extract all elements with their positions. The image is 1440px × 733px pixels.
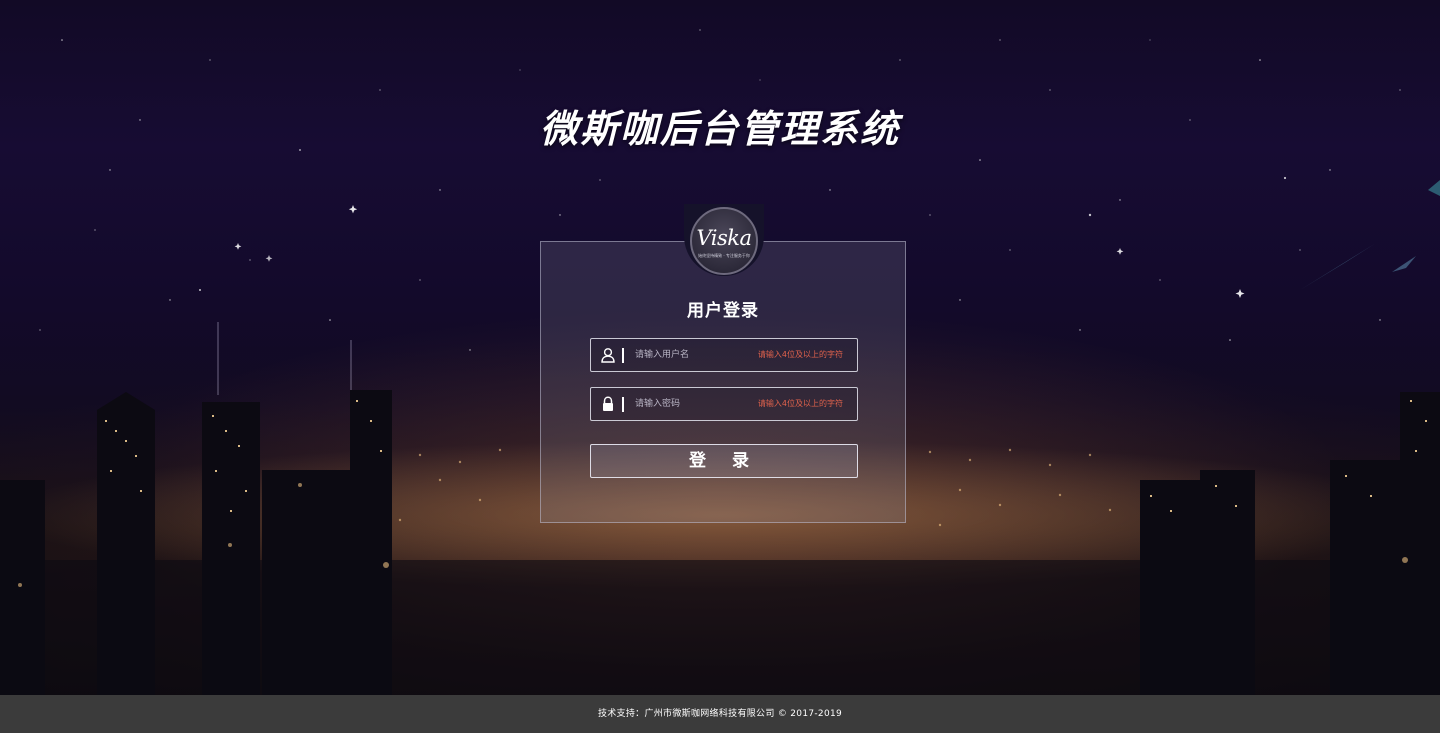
logo-tagline: 始终坚持精致 · 专注服务于你	[698, 253, 750, 258]
password-field[interactable]: 请输入4位及以上的字符	[590, 387, 858, 421]
footer: 技术支持：广州市微斯咖网络科技有限公司 © 2017-2019	[0, 695, 1440, 733]
password-hint: 请输入4位及以上的字符	[757, 399, 843, 408]
system-title: 微斯咖后台管理系统	[539, 107, 900, 151]
footer-copyright: 技术支持：广州市微斯咖网络科技有限公司 © 2017-2019	[597, 709, 843, 719]
field-separator	[622, 348, 624, 363]
login-button[interactable]: 登 录	[590, 444, 858, 478]
username-input[interactable]	[635, 345, 745, 365]
login-panel	[540, 241, 906, 523]
logo-wordmark: Viska	[696, 226, 752, 250]
brand-logo: Viska 始终坚持精致 · 专注服务于你	[690, 207, 758, 275]
lock-icon	[603, 396, 613, 411]
username-hint: 请输入4位及以上的字符	[757, 350, 843, 359]
username-field[interactable]: 请输入4位及以上的字符	[590, 338, 858, 372]
user-icon	[601, 348, 615, 363]
password-input[interactable]	[635, 394, 745, 414]
login-page: 微斯咖后台管理系统 Viska 始终坚持精致 · 专注服务于你 用户登录 请输入…	[0, 0, 1440, 733]
field-separator	[622, 397, 624, 412]
login-title: 用户登录	[687, 301, 759, 321]
